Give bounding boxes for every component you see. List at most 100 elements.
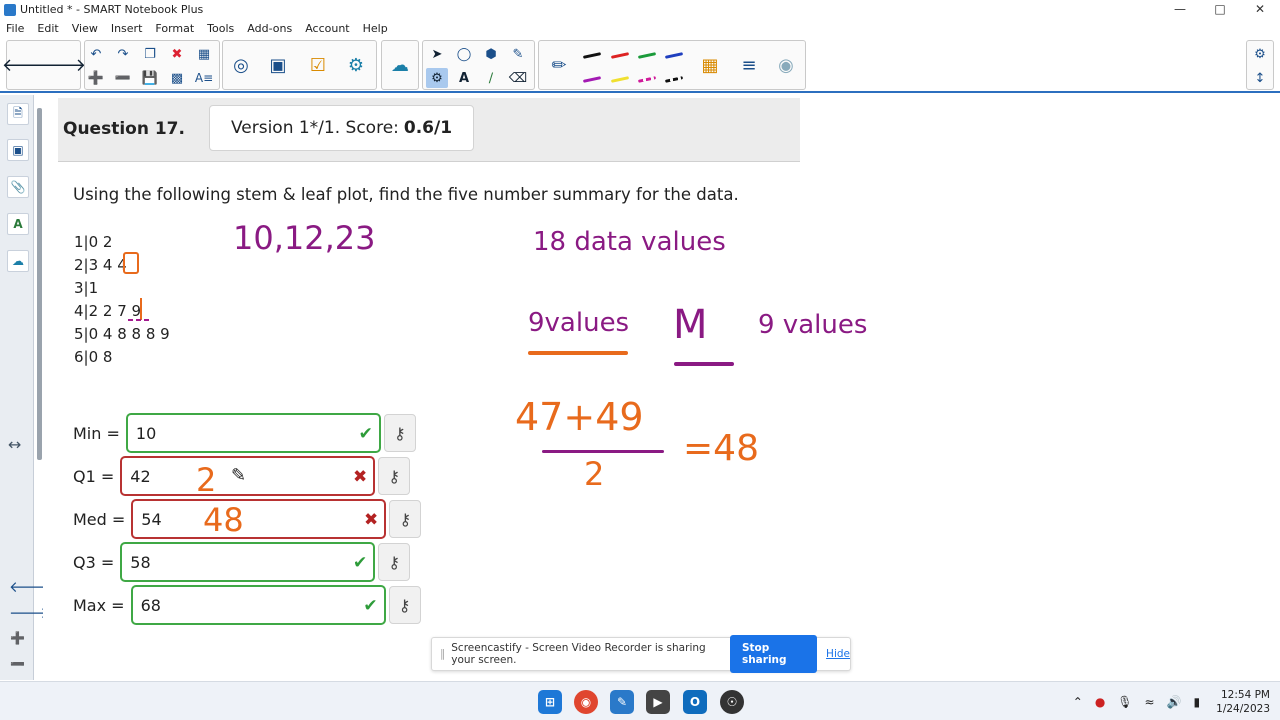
ink-first-values: 10,12,23: [233, 219, 376, 257]
menu-file[interactable]: File: [6, 22, 24, 35]
median-field[interactable]: 54 ✖: [131, 499, 387, 539]
screencastify-icon[interactable]: ☉: [720, 690, 744, 714]
next-page-icon[interactable]: 🡒: [38, 50, 86, 80]
addon-icon[interactable]: ⚙: [341, 50, 371, 80]
close-button[interactable]: ✕: [1240, 0, 1280, 19]
pen-icon[interactable]: ✏: [544, 50, 574, 80]
text-tool-icon[interactable]: A: [453, 68, 475, 88]
fill-icon[interactable]: ⬢: [480, 44, 502, 64]
key-icon[interactable]: ⚷: [388, 586, 421, 624]
q3-field[interactable]: 58 ✔: [120, 542, 376, 582]
pen-group: ✏ ▦ ≡ ◉: [538, 40, 806, 90]
sidebar-delete-page-icon[interactable]: ➖: [10, 657, 25, 671]
move-toolbar-icon[interactable]: ↕: [1249, 68, 1271, 88]
display-icon[interactable]: ▣: [263, 50, 293, 80]
answer-row-q3: Q3 = 58 ✔ ⚷: [73, 542, 411, 582]
page-canvas[interactable]: Question 17. Version 1*/1. Score: 0.6/1 …: [43, 95, 1280, 680]
menu-format[interactable]: Format: [155, 22, 194, 35]
battery-icon[interactable]: ▮: [1194, 695, 1201, 709]
screen-shade-icon[interactable]: ▩: [166, 68, 188, 88]
clock[interactable]: 12:54 PM 1/24/2023: [1216, 688, 1270, 716]
magic-pen-icon[interactable]: ✎: [507, 44, 529, 64]
eraser-icon[interactable]: ⌫: [507, 68, 529, 88]
menu-insert[interactable]: Insert: [111, 22, 143, 35]
score-value: 0.6/1: [403, 118, 453, 138]
activity-icon[interactable]: ☑: [303, 50, 333, 80]
taskbar: ⊞ ◉ ✎ ▶ O ☉ ⌃ ● 🎙 ≈ 🔊 ▮ 12:54 PM 1/24/20…: [0, 681, 1280, 720]
key-icon[interactable]: ⚷: [378, 543, 411, 581]
puzzle-icon[interactable]: ☁: [385, 50, 415, 80]
menu-addons[interactable]: Add-ons: [247, 22, 292, 35]
stop-sharing-button[interactable]: Stop sharing: [729, 635, 818, 673]
line-style-icon[interactable]: ≡: [734, 50, 764, 80]
key-icon[interactable]: ⚷: [389, 500, 422, 538]
system-tray: ⌃ ● 🎙 ≈ 🔊 ▮ 12:54 PM 1/24/2023: [1061, 686, 1270, 717]
properties-icon[interactable]: A: [7, 213, 29, 235]
menu-edit[interactable]: Edit: [37, 22, 58, 35]
menu-account[interactable]: Account: [305, 22, 349, 35]
attachments-icon[interactable]: 📎: [7, 176, 29, 198]
max-field[interactable]: 68 ✔: [130, 585, 386, 625]
wifi-icon[interactable]: ≈: [1145, 695, 1155, 709]
hide-link[interactable]: Hide: [826, 648, 850, 660]
menu-help[interactable]: Help: [363, 22, 388, 35]
maximize-button[interactable]: □: [1200, 0, 1240, 19]
page-sorter-icon[interactable]: 🗎: [7, 103, 29, 125]
shapes-icon[interactable]: ◯: [453, 44, 475, 64]
microphone-icon[interactable]: 🎙: [1117, 695, 1132, 709]
gear-icon[interactable]: ⚙: [1249, 44, 1271, 64]
checkmark-icon: ✔: [363, 596, 378, 616]
menu-tools[interactable]: Tools: [207, 22, 234, 35]
sidebar-splitter[interactable]: [37, 108, 42, 460]
measure-icon[interactable]: ⚙: [426, 68, 448, 88]
menu-view[interactable]: View: [72, 22, 98, 35]
add-page-icon[interactable]: ➕: [85, 68, 107, 88]
pen-blue[interactable]: [663, 45, 685, 65]
notebook-taskbar-icon[interactable]: ✎: [610, 690, 634, 714]
gallery-icon[interactable]: ▣: [7, 139, 29, 161]
sidebar-add-page-icon[interactable]: ➕: [10, 631, 25, 645]
save-icon[interactable]: 💾: [139, 68, 161, 88]
key-icon[interactable]: ⚷: [378, 457, 411, 495]
pen-magenta-dashed[interactable]: [636, 69, 658, 89]
undo-icon[interactable]: ↶: [85, 44, 107, 64]
delete-icon[interactable]: ✖: [166, 44, 188, 64]
select-icon[interactable]: ➤: [426, 44, 448, 64]
previous-page-icon[interactable]: 🡐: [2, 50, 50, 80]
start-icon[interactable]: ⊞: [538, 690, 562, 714]
pen-black[interactable]: [581, 45, 603, 65]
camera-icon[interactable]: ◎: [226, 50, 256, 80]
pen-green[interactable]: [636, 45, 658, 65]
security-icon[interactable]: ●: [1095, 695, 1105, 709]
text-style-icon[interactable]: A≡: [193, 68, 215, 88]
outlook-icon[interactable]: O: [683, 690, 707, 714]
pen-yellow[interactable]: [609, 69, 631, 89]
volume-icon[interactable]: 🔊: [1167, 695, 1182, 709]
drag-handle-icon[interactable]: ‖: [440, 648, 445, 660]
version-label: Version 1*/1. Score:: [230, 118, 399, 138]
pen-black-dashed[interactable]: [663, 69, 685, 89]
question-header: Question 17. Version 1*/1. Score: 0.6/1: [58, 98, 800, 162]
pen-red[interactable]: [609, 45, 631, 65]
stem-row: 1|0 2: [74, 233, 113, 251]
min-field[interactable]: 10 ✔: [125, 413, 381, 453]
addons-panel-icon[interactable]: ☁: [7, 250, 29, 272]
table-icon[interactable]: ▦: [193, 44, 215, 64]
chevron-up-icon[interactable]: ⌃: [1073, 695, 1083, 709]
median-value: 54: [141, 509, 162, 529]
line-tool-icon[interactable]: ∕: [480, 68, 502, 88]
ink-box-annotation: [123, 252, 139, 274]
fill-effects-icon[interactable]: ◉: [771, 50, 801, 80]
delete-page-icon[interactable]: ➖: [112, 68, 134, 88]
pen-purple[interactable]: [581, 69, 603, 89]
chrome-icon[interactable]: ◉: [574, 690, 598, 714]
minimize-button[interactable]: —: [1160, 0, 1200, 19]
resize-sidebar-icon[interactable]: ↔: [8, 435, 21, 454]
q1-field[interactable]: 42 ✖: [120, 456, 376, 496]
sidebar: 🗎 ▣ 📎 A ☁ ↔ 🡐 🡒 ➕ ➖: [0, 95, 49, 680]
redo-icon[interactable]: ↷: [112, 44, 134, 64]
key-icon[interactable]: ⚷: [383, 414, 416, 452]
color-palette-icon[interactable]: ▦: [695, 50, 725, 80]
paste-icon[interactable]: ❐: [139, 44, 161, 64]
media-icon[interactable]: ▶: [646, 690, 670, 714]
